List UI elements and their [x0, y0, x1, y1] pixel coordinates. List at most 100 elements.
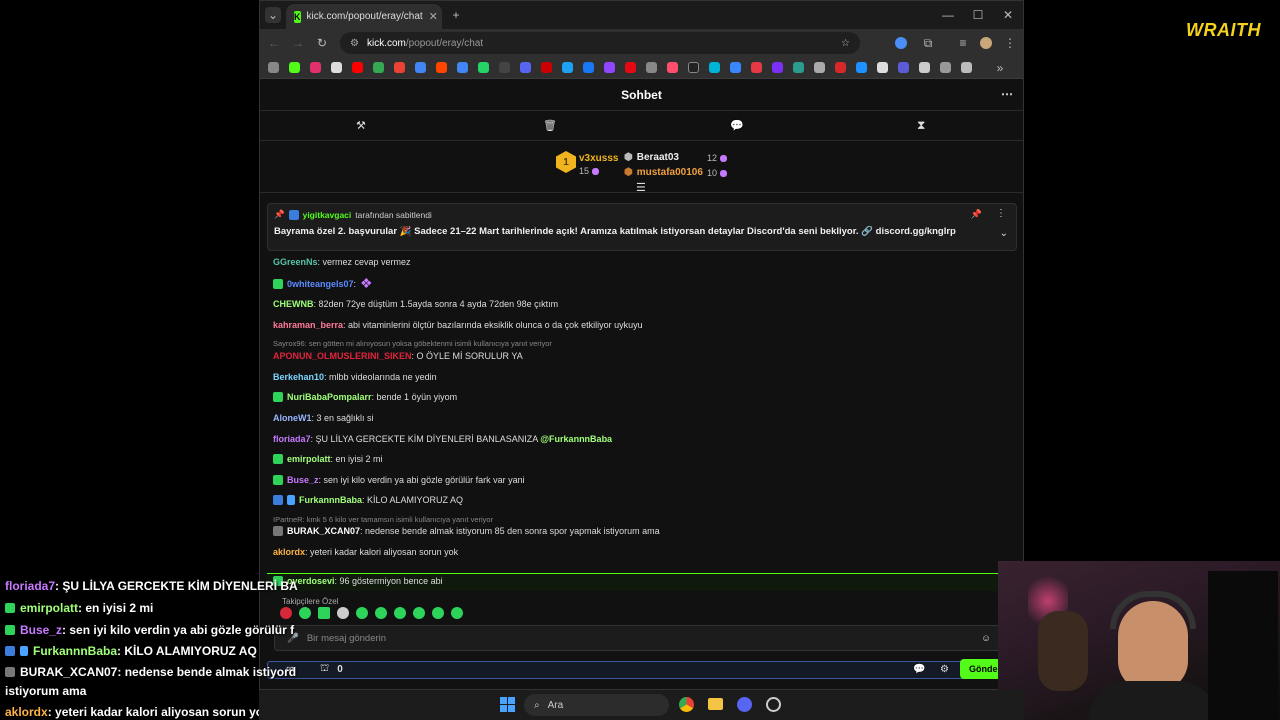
unpin-icon[interactable]: 📌: [971, 209, 982, 220]
forward-icon[interactable]: →: [290, 35, 306, 51]
start-windows-icon[interactable]: [500, 697, 515, 712]
emote-icon[interactable]: [451, 607, 463, 619]
emote-icon[interactable]: [356, 607, 368, 619]
bookmark-google-icon[interactable]: [373, 62, 384, 73]
chat-message[interactable]: kahraman_berra: abi vitaminlerini ölçtür…: [273, 320, 643, 330]
apps-grid-icon[interactable]: [268, 62, 279, 73]
leader-1-name[interactable]: v3xusss: [579, 153, 618, 164]
bookmark-icon[interactable]: [856, 62, 867, 73]
message-user[interactable]: 0whiteangels07: [287, 279, 354, 289]
chat-bubble-icon[interactable]: 💬: [730, 119, 744, 132]
taskbar-search[interactable]: ⌕ Ara: [524, 694, 669, 716]
bookmark-icon[interactable]: [793, 62, 804, 73]
bookmark-icon[interactable]: [877, 62, 888, 73]
emote-icon[interactable]: [280, 607, 292, 619]
bookmark-facebook-icon[interactable]: [583, 62, 594, 73]
channel-points-icon[interactable]: ⛫: [320, 663, 329, 676]
close-tab-icon[interactable]: ✕: [429, 10, 438, 23]
chat-message[interactable]: AloneW1: 3 en sağlıklı si: [273, 413, 374, 423]
bookmark-icon[interactable]: [520, 62, 531, 73]
bookmark-translate-icon[interactable]: [457, 62, 468, 73]
bookmark-icon[interactable]: [814, 62, 825, 73]
emote-icon[interactable]: [413, 607, 425, 619]
message-user[interactable]: Buse_z: [287, 475, 319, 485]
bookmark-instagram-icon[interactable]: [310, 62, 321, 73]
emote-icon[interactable]: [299, 607, 311, 619]
chat-options-icon[interactable]: ⋯: [1001, 87, 1013, 101]
chat-message[interactable]: GGreenNs: vermez cevap vermez: [273, 257, 411, 267]
bookmark-icon[interactable]: [667, 62, 678, 73]
bookmark-whatsapp-icon[interactable]: [478, 62, 489, 73]
message-user[interactable]: GGreenNs: [273, 257, 318, 267]
chat-message[interactable]: 0whiteangels07: ❖: [273, 275, 373, 292]
bookmark-icon[interactable]: [961, 62, 972, 73]
bookmark-icon[interactable]: [898, 62, 909, 73]
message-user[interactable]: CHEWNB: [273, 299, 314, 309]
bookmark-twitch-icon[interactable]: [604, 62, 615, 73]
bookmark-icon[interactable]: [835, 62, 846, 73]
minimize-icon[interactable]: —: [940, 7, 956, 23]
new-tab-button[interactable]: +: [448, 7, 464, 23]
bookmark-icon[interactable]: [415, 62, 426, 73]
chat-bubble-settings-icon[interactable]: 💬: [913, 664, 925, 675]
chat-message[interactable]: Berkehan10: mlbb videolarında ne yedin: [273, 372, 437, 382]
bookmark-icon[interactable]: [541, 62, 552, 73]
bookmark-icon[interactable]: [751, 62, 762, 73]
bookmark-icon[interactable]: [940, 62, 951, 73]
browser-menu-icon[interactable]: ⋮: [1002, 35, 1018, 51]
extensions-puzzle-icon[interactable]: ⧉: [920, 35, 936, 51]
emote-icon[interactable]: [337, 607, 349, 619]
chrome-icon[interactable]: [679, 697, 694, 712]
bookmark-icon[interactable]: [730, 62, 741, 73]
maximize-icon[interactable]: ☐: [970, 7, 986, 23]
bookmark-x-icon[interactable]: [331, 62, 342, 73]
pinned-by-user[interactable]: yigitkavgaci: [303, 210, 352, 220]
reply-context[interactable]: IPartneR: kmk 5 6 kilo ver tamamsın isim…: [273, 515, 493, 524]
bookmark-icon[interactable]: [688, 62, 699, 73]
file-explorer-icon[interactable]: [708, 698, 723, 710]
emote-icon[interactable]: [318, 607, 330, 619]
bookmark-icon[interactable]: [919, 62, 930, 73]
chat-message[interactable]: floriada7: ŞU LİLYA GERCEKTE KİM DİYENLE…: [273, 434, 612, 444]
bookmark-youtube-icon[interactable]: [352, 62, 363, 73]
chat-message[interactable]: Buse_z: sen iyi kilo verdin ya abi gözle…: [273, 475, 525, 485]
chat-message[interactable]: emirpolatt: en iyisi 2 mi: [273, 454, 383, 464]
emoji-picker-icon[interactable]: ☺: [981, 633, 991, 644]
tab-list-icon[interactable]: ≡: [955, 35, 971, 51]
message-user[interactable]: emirpolatt: [287, 454, 331, 464]
tab-search-icon[interactable]: ⌄: [265, 7, 281, 23]
message-user[interactable]: APONUN_OLMUSLERINI_SIKEN: [273, 351, 412, 361]
more-bookmarks-icon[interactable]: »: [992, 60, 1008, 76]
settings-gear-icon[interactable]: ⚙: [940, 664, 949, 675]
bookmark-kick-icon[interactable]: [289, 62, 300, 73]
chat-message[interactable]: CHEWNB: 82den 72ye düştüm 1.5ayda sonra …: [273, 299, 558, 309]
chat-message[interactable]: BURAK_XCAN07: nedense bende almak istiyo…: [273, 526, 660, 536]
mention-link[interactable]: @FurkannnBaba: [540, 434, 612, 444]
site-info-icon[interactable]: ⚙: [350, 38, 359, 49]
chat-message[interactable]: overdosevi: 96 göstermiyon bence abi: [273, 576, 443, 586]
message-user[interactable]: Berkehan10: [273, 372, 324, 382]
bookmark-icon[interactable]: [646, 62, 657, 73]
chat-message[interactable]: FurkannnBaba: KİLO ALAMIYORUZ AQ: [273, 495, 463, 505]
emote-icon[interactable]: [394, 607, 406, 619]
url-field[interactable]: ⚙ kick.com/popout/eray/chat ☆: [340, 32, 860, 54]
bookmark-icon[interactable]: [499, 62, 510, 73]
message-user[interactable]: aklordx: [273, 547, 305, 557]
hourglass-icon[interactable]: ⧗: [917, 118, 925, 133]
bookmark-icon[interactable]: [562, 62, 573, 73]
message-user[interactable]: AloneW1: [273, 413, 312, 423]
chat-input[interactable]: 🎤 Bir mesaj gönderin ☺: [274, 625, 1004, 651]
expand-leaderboard-icon[interactable]: ☰: [636, 181, 646, 194]
pin-tool-icon[interactable]: ⚒: [356, 119, 366, 132]
reply-context[interactable]: Sayrox96: sen götten mi alınıyosun yoksa…: [273, 339, 552, 348]
close-window-icon[interactable]: ✕: [1000, 7, 1016, 23]
leader-2-name[interactable]: Beraat03: [637, 152, 679, 163]
message-user[interactable]: NuriBabaPompalarr: [287, 392, 372, 402]
emote-icon[interactable]: [432, 607, 444, 619]
bookmark-gmail-icon[interactable]: [394, 62, 405, 73]
back-icon[interactable]: ←: [266, 35, 282, 51]
emote-icon[interactable]: [375, 607, 387, 619]
profile-avatar[interactable]: [980, 37, 992, 49]
pinned-menu-icon[interactable]: ⋮: [996, 208, 1006, 219]
chat-message[interactable]: APONUN_OLMUSLERINI_SIKEN: O ÖYLE Mİ SORU…: [273, 351, 523, 361]
